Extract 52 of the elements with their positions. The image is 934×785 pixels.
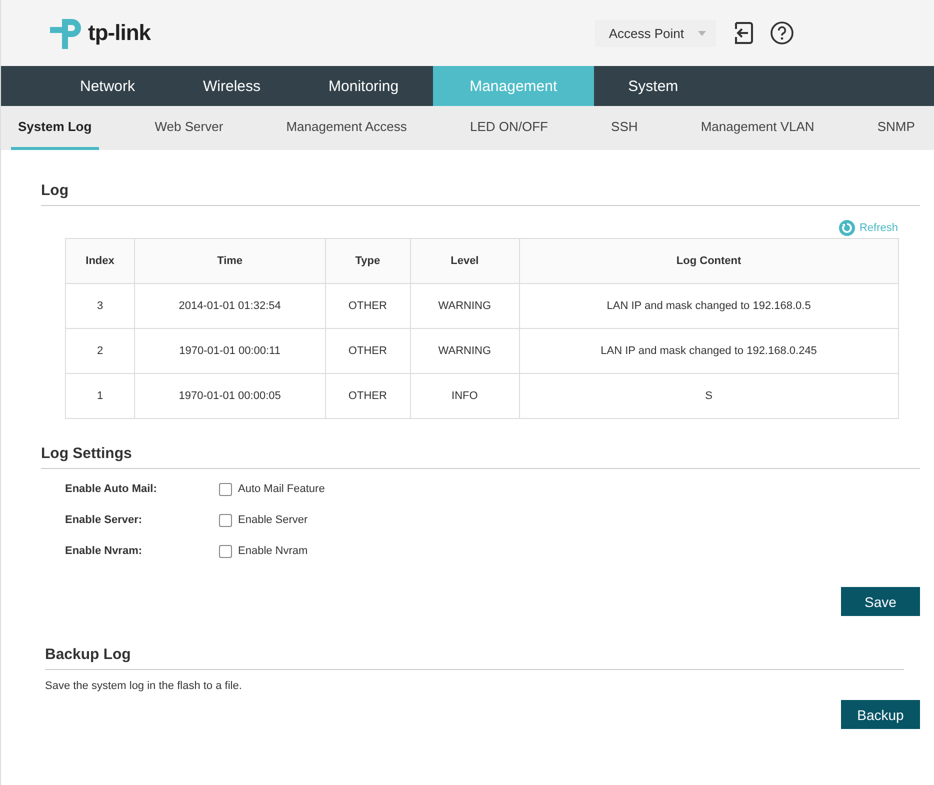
table-cell: 2: [66, 328, 135, 374]
column-header: Type: [325, 238, 410, 284]
sub-tab[interactable]: LED ON/OFF: [462, 106, 555, 150]
table-cell: OTHER: [325, 284, 410, 328]
main-tab[interactable]: Wireless: [169, 66, 295, 106]
checkbox-label: Auto Mail Feature: [238, 483, 325, 495]
column-header: Index: [66, 238, 135, 284]
column-header: Level: [410, 238, 520, 284]
main-tab[interactable]: System: [594, 66, 712, 106]
field-label: Enable Auto Mail:: [65, 483, 158, 495]
backup-button[interactable]: Backup: [841, 700, 920, 729]
mode-dropdown[interactable]: Access Point: [594, 20, 716, 46]
table-cell: 1970-01-01 00:00:11: [134, 328, 326, 374]
sub-tab[interactable]: System Log: [11, 106, 99, 150]
table-cell: OTHER: [325, 328, 410, 374]
table-cell: OTHER: [325, 374, 410, 418]
table-cell: WARNING: [410, 284, 520, 328]
section-title: Log: [41, 182, 920, 206]
field-label: Enable Nvram:: [65, 545, 144, 557]
checkbox[interactable]: [219, 544, 232, 558]
save-button[interactable]: Save: [841, 587, 920, 616]
refresh-icon: [839, 220, 856, 236]
checkbox-label: Enable Server: [238, 514, 308, 526]
description-text: Save the system log in the flash to a file.: [45, 680, 243, 692]
sub-tab[interactable]: Management Access: [279, 106, 414, 150]
section-title: Backup Log: [45, 646, 904, 670]
column-header: Time: [134, 238, 326, 284]
table-cell: LAN IP and mask changed to 192.168.0.5: [519, 284, 898, 328]
logout-icon[interactable]: [732, 21, 754, 45]
table-cell: LAN IP and mask changed to 192.168.0.245: [519, 328, 898, 374]
checkbox-label: Enable Nvram: [238, 545, 308, 557]
section-title: Log Settings: [41, 445, 920, 469]
checkbox[interactable]: [219, 482, 232, 496]
table-cell: INFO: [410, 374, 520, 418]
sub-tab[interactable]: SSH: [604, 106, 645, 150]
sub-tab[interactable]: Management VLAN: [694, 106, 822, 150]
column-header: Log Content: [519, 238, 898, 284]
main-tab[interactable]: Monitoring: [294, 66, 433, 106]
main-tab[interactable]: Network: [46, 66, 170, 106]
table-cell: 1: [66, 374, 135, 418]
table-cell: WARNING: [410, 328, 520, 374]
brand-name: tp-link: [88, 20, 150, 46]
help-icon[interactable]: [770, 21, 794, 45]
table-cell: 2014-01-01 01:32:54: [134, 284, 326, 328]
sub-tab[interactable]: Web Server: [148, 106, 230, 150]
field-label: Enable Server:: [65, 514, 144, 526]
sub-tab[interactable]: SNMP: [870, 106, 922, 150]
table-cell: 3: [66, 284, 135, 328]
checkbox[interactable]: [219, 514, 232, 526]
table-cell: S: [519, 374, 898, 418]
caret-icon: [698, 30, 706, 36]
table-cell: 1970-01-01 00:00:05: [134, 374, 326, 418]
